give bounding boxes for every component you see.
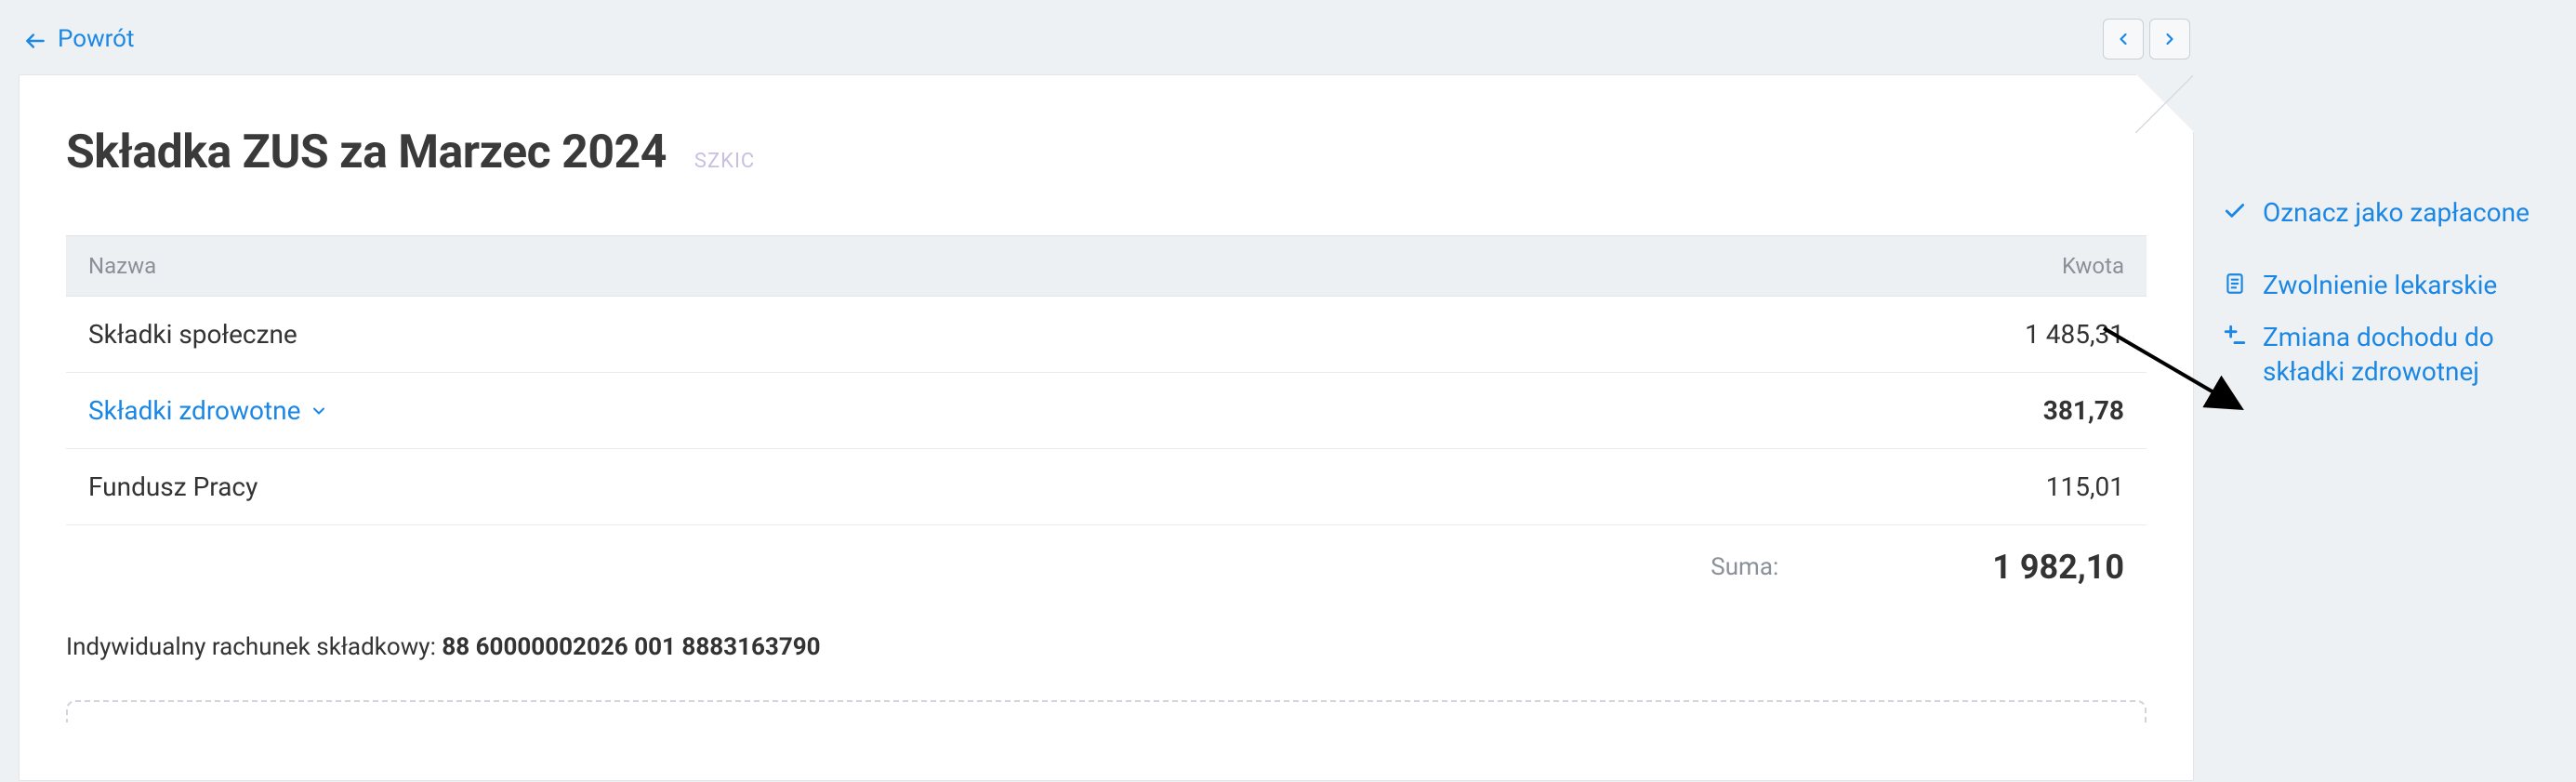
- main-column: Powrót Składka ZUS za Marzec 2024 SZKI: [0, 0, 2213, 782]
- row-amount: 381,78: [1920, 395, 2124, 426]
- sum-label: Suma:: [1711, 553, 1778, 581]
- draft-badge: SZKIC: [694, 150, 755, 173]
- table-row: Składki społeczne 1 485,31: [66, 297, 2147, 373]
- action-label: Zwolnienie lekarskie: [2263, 268, 2497, 303]
- row-name: Składki społeczne: [88, 319, 1920, 350]
- app-root: Powrót Składka ZUS za Marzec 2024 SZKI: [0, 0, 2576, 782]
- col-amount-header: Kwota: [1938, 253, 2124, 279]
- chevron-down-icon: [310, 402, 328, 420]
- next-button[interactable]: [2149, 19, 2190, 60]
- check-icon: [2222, 195, 2248, 223]
- contributions-table: Nazwa Kwota Składki społeczne 1 485,31 S…: [66, 235, 2147, 596]
- nav-arrows: [2103, 19, 2190, 60]
- dashed-placeholder: [66, 700, 2147, 722]
- topbar: Powrót: [19, 19, 2194, 60]
- row-amount: 115,01: [1920, 471, 2124, 502]
- col-name-header: Nazwa: [88, 253, 1938, 279]
- action-mark-paid[interactable]: Oznacz jako zapłacone: [2222, 195, 2548, 231]
- back-link-label: Powrót: [58, 25, 135, 53]
- row-amount: 1 485,31: [1920, 319, 2124, 350]
- action-label: Zmiana dochodu do składki zdrowotnej: [2263, 320, 2548, 391]
- action-change-income[interactable]: Zmiana dochodu do składki zdrowotnej: [2222, 320, 2548, 391]
- account-line: Indywidualny rachunek składkowy: 88 6000…: [66, 633, 2147, 661]
- account-number: 88 60000002026 001 8883163790: [442, 633, 820, 661]
- prev-button[interactable]: [2103, 19, 2144, 60]
- action-label: Oznacz jako zapłacone: [2263, 195, 2530, 231]
- table-row: Fundusz Pracy 115,01: [66, 449, 2147, 525]
- row-name: Fundusz Pracy: [88, 471, 1920, 502]
- row-name-expandable[interactable]: Składki zdrowotne: [88, 395, 300, 426]
- chevron-right-icon: [2160, 30, 2179, 48]
- arrow-left-icon: [22, 25, 48, 53]
- sum-value: 1 982,10: [1992, 548, 2124, 587]
- action-sick-leave[interactable]: Zwolnienie lekarskie: [2222, 268, 2548, 303]
- table-row: Składki zdrowotne 381,78: [66, 373, 2147, 449]
- table-header: Nazwa Kwota: [66, 235, 2147, 297]
- back-link[interactable]: Powrót: [22, 25, 135, 53]
- account-label: Indywidualny rachunek składkowy:: [66, 633, 436, 661]
- sum-row: Suma: 1 982,10: [66, 525, 2147, 596]
- document-paper: Składka ZUS za Marzec 2024 SZKIC Nazwa K…: [19, 74, 2194, 781]
- title-row: Składka ZUS za Marzec 2024 SZKIC: [66, 126, 2147, 179]
- plus-minus-icon: [2222, 320, 2248, 348]
- actions-column: Oznacz jako zapłacone Zwolnienie lekarsk…: [2213, 0, 2576, 782]
- chevron-left-icon: [2114, 30, 2133, 48]
- page-title: Składka ZUS za Marzec 2024: [66, 126, 667, 179]
- document-icon: [2222, 268, 2248, 296]
